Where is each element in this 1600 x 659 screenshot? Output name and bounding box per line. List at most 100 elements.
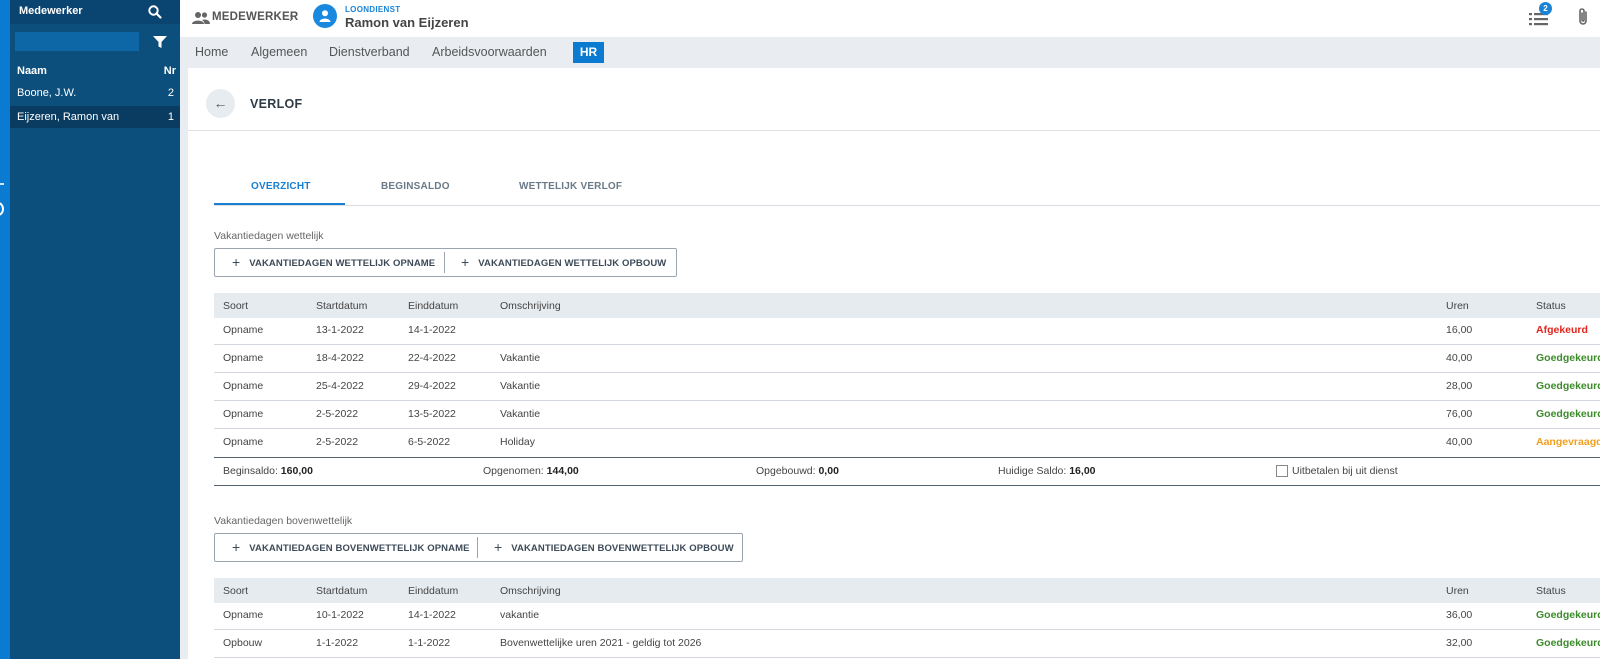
title-divider [188,130,1600,131]
main-nav: Home Algemeen Dienstverband Arbeidsvoorw… [180,37,1600,68]
total-beginsaldo: Beginsaldo: 160,00 [223,465,313,477]
nav-arbeidsvoorwaarden[interactable]: Arbeidsvoorwaarden [432,45,547,59]
cell-uren: 76,00 [1446,408,1473,420]
status-badge: Afgekeurd [1536,324,1588,336]
search-icon[interactable] [147,4,163,20]
cell-uren: 16,00 [1446,324,1473,336]
button-label: VAKANTIEDAGEN BOVENWETTELIJK OPBOUW [511,543,734,554]
table-header-wettelijk: Soort Startdatum Einddatum Omschrijving … [214,293,1600,318]
content-gutter [180,68,188,659]
col-omschrijving[interactable]: Omschrijving [500,300,561,312]
status-badge: Goedgekeurd [1536,609,1600,621]
cell-omschrijving: Vakantie [500,408,541,420]
breadcrumb-medewerker[interactable]: MEDEWERKER [212,11,298,23]
cell-soort: Opname [223,352,264,364]
cell-startdatum: 1-1-2022 [316,637,359,649]
col-startdatum[interactable]: Startdatum [316,300,367,312]
sidebar-employee-nr: 1 [167,111,174,123]
add-wettelijk-opname-button[interactable]: + VAKANTIEDAGEN WETTELIJK OPNAME [232,249,435,276]
avatar [313,4,337,28]
add-bovenwettelijk-opname-button[interactable]: + VAKANTIEDAGEN BOVENWETTELIJK OPNAME [232,534,470,561]
sidebar-col-name[interactable]: Naam [17,65,47,77]
nav-algemeen[interactable]: Algemeen [251,45,307,59]
col-einddatum[interactable]: Einddatum [408,585,458,597]
table-row[interactable]: Opname 18-4-2022 22-4-2022 Vakantie 40,0… [214,346,1600,373]
button-divider [444,252,445,273]
cell-uren: 40,00 [1446,436,1473,448]
cell-einddatum: 14-1-2022 [408,609,456,621]
sidebar-col-nr[interactable]: Nr [164,65,176,77]
cell-soort: Opname [223,408,264,420]
button-label: VAKANTIEDAGEN WETTELIJK OPNAME [249,258,436,269]
cell-einddatum: 6-5-2022 [408,436,451,448]
sidebar-filter-row [10,28,180,56]
tab-overzicht[interactable]: OVERZICHT [251,181,311,192]
table-row[interactable]: Opname 10-1-2022 14-1-2022 vakantie 36,0… [214,603,1600,630]
employee-sidebar: Medewerker Naam Nr Boone, J.W. 2 Eijzere… [10,0,180,659]
cell-einddatum: 22-4-2022 [408,352,456,364]
cell-uren: 32,00 [1446,637,1473,649]
tab-wettelijk-verlof[interactable]: WETTELIJK VERLOF [519,181,622,192]
rail-marker [0,183,4,185]
table-row[interactable]: Opname 2-5-2022 13-5-2022 Vakantie 76,00… [214,402,1600,429]
add-wettelijk-opbouw-button[interactable]: + VAKANTIEDAGEN WETTELIJK OPBOUW [461,249,666,276]
nav-hr[interactable]: HR [573,42,604,63]
table-row[interactable]: Opname 2-5-2022 6-5-2022 Holiday 40,00 A… [214,430,1600,457]
page-title: VERLOF [250,97,303,111]
attachment-icon[interactable] [1576,7,1590,27]
section-label-wettelijk: Vakantiedagen wettelijk [214,230,324,242]
person-icon [319,10,331,22]
cell-einddatum: 14-1-2022 [408,324,456,336]
employee-name: Ramon van Eijzeren [345,15,469,30]
col-einddatum[interactable]: Einddatum [408,300,458,312]
table-row[interactable]: Opname 25-4-2022 29-4-2022 Vakantie 28,0… [214,374,1600,401]
col-soort[interactable]: Soort [223,300,248,312]
tab-beginsaldo[interactable]: BEGINSALDO [381,181,450,192]
col-uren[interactable]: Uren [1446,585,1469,597]
people-icon [192,12,210,24]
col-uren[interactable]: Uren [1446,300,1469,312]
cell-einddatum: 1-1-2022 [408,637,451,649]
plus-icon: + [494,539,503,555]
sidebar-column-headers: Naam Nr [10,61,180,81]
task-count-badge: 2 [1539,2,1552,15]
col-status[interactable]: Status [1536,300,1566,312]
nav-home[interactable]: Home [195,45,228,59]
col-startdatum[interactable]: Startdatum [316,585,367,597]
add-bovenwettelijk-opbouw-button[interactable]: + VAKANTIEDAGEN BOVENWETTELIJK OPBOUW [494,534,734,561]
totals-row-wettelijk: Beginsaldo: 160,00 Opgenomen: 144,00 Opg… [214,457,1600,486]
sidebar-filter-input[interactable] [15,32,139,51]
cell-soort: Opname [223,380,264,392]
breadcrumb-chevron-icon: › [289,9,294,25]
total-huidige-saldo: Huidige Saldo: 16,00 [998,465,1096,477]
status-badge: Goedgekeurd [1536,380,1600,392]
cell-uren: 36,00 [1446,609,1473,621]
rail-handle-icon[interactable] [0,202,4,216]
plus-icon: + [461,254,470,270]
total-opgebouwd: Opgebouwd: 0,00 [756,465,839,477]
cell-einddatum: 13-5-2022 [408,408,456,420]
sidebar-employee-row[interactable]: Boone, J.W. 2 [10,82,180,104]
col-soort[interactable]: Soort [223,585,248,597]
uitbetalen-checkbox[interactable] [1276,465,1288,477]
filter-icon[interactable] [153,36,167,49]
table-row[interactable]: Opbouw 1-1-2022 1-1-2022 Bovenwettelijke… [214,631,1600,658]
sidebar-title: Medewerker [19,5,83,17]
table-header-bovenwettelijk: Soort Startdatum Einddatum Omschrijving … [214,578,1600,603]
back-button[interactable]: ← [206,89,235,118]
total-opgenomen: Opgenomen: 144,00 [483,465,579,477]
table-row[interactable]: Opname 13-1-2022 14-1-2022 16,00 Afgekeu… [214,318,1600,345]
sidebar-header: Medewerker [10,0,180,24]
uitbetalen-checkbox-label: Uitbetalen bij uit dienst [1292,465,1398,477]
nav-dienstverband[interactable]: Dienstverband [329,45,410,59]
cell-omschrijving: Bovenwettelijke uren 2021 - geldig tot 2… [500,637,702,649]
app-rail [0,0,10,659]
plus-icon: + [232,539,241,555]
col-status[interactable]: Status [1536,585,1566,597]
cell-uren: 40,00 [1446,352,1473,364]
cell-startdatum: 2-5-2022 [316,436,359,448]
button-group-bovenwettelijk: + VAKANTIEDAGEN BOVENWETTELIJK OPNAME + VA… [214,533,743,562]
col-omschrijving[interactable]: Omschrijving [500,585,561,597]
sidebar-employee-name: Eijzeren, Ramon van [17,111,120,123]
sidebar-employee-row-selected[interactable]: Eijzeren, Ramon van 1 [10,106,180,128]
